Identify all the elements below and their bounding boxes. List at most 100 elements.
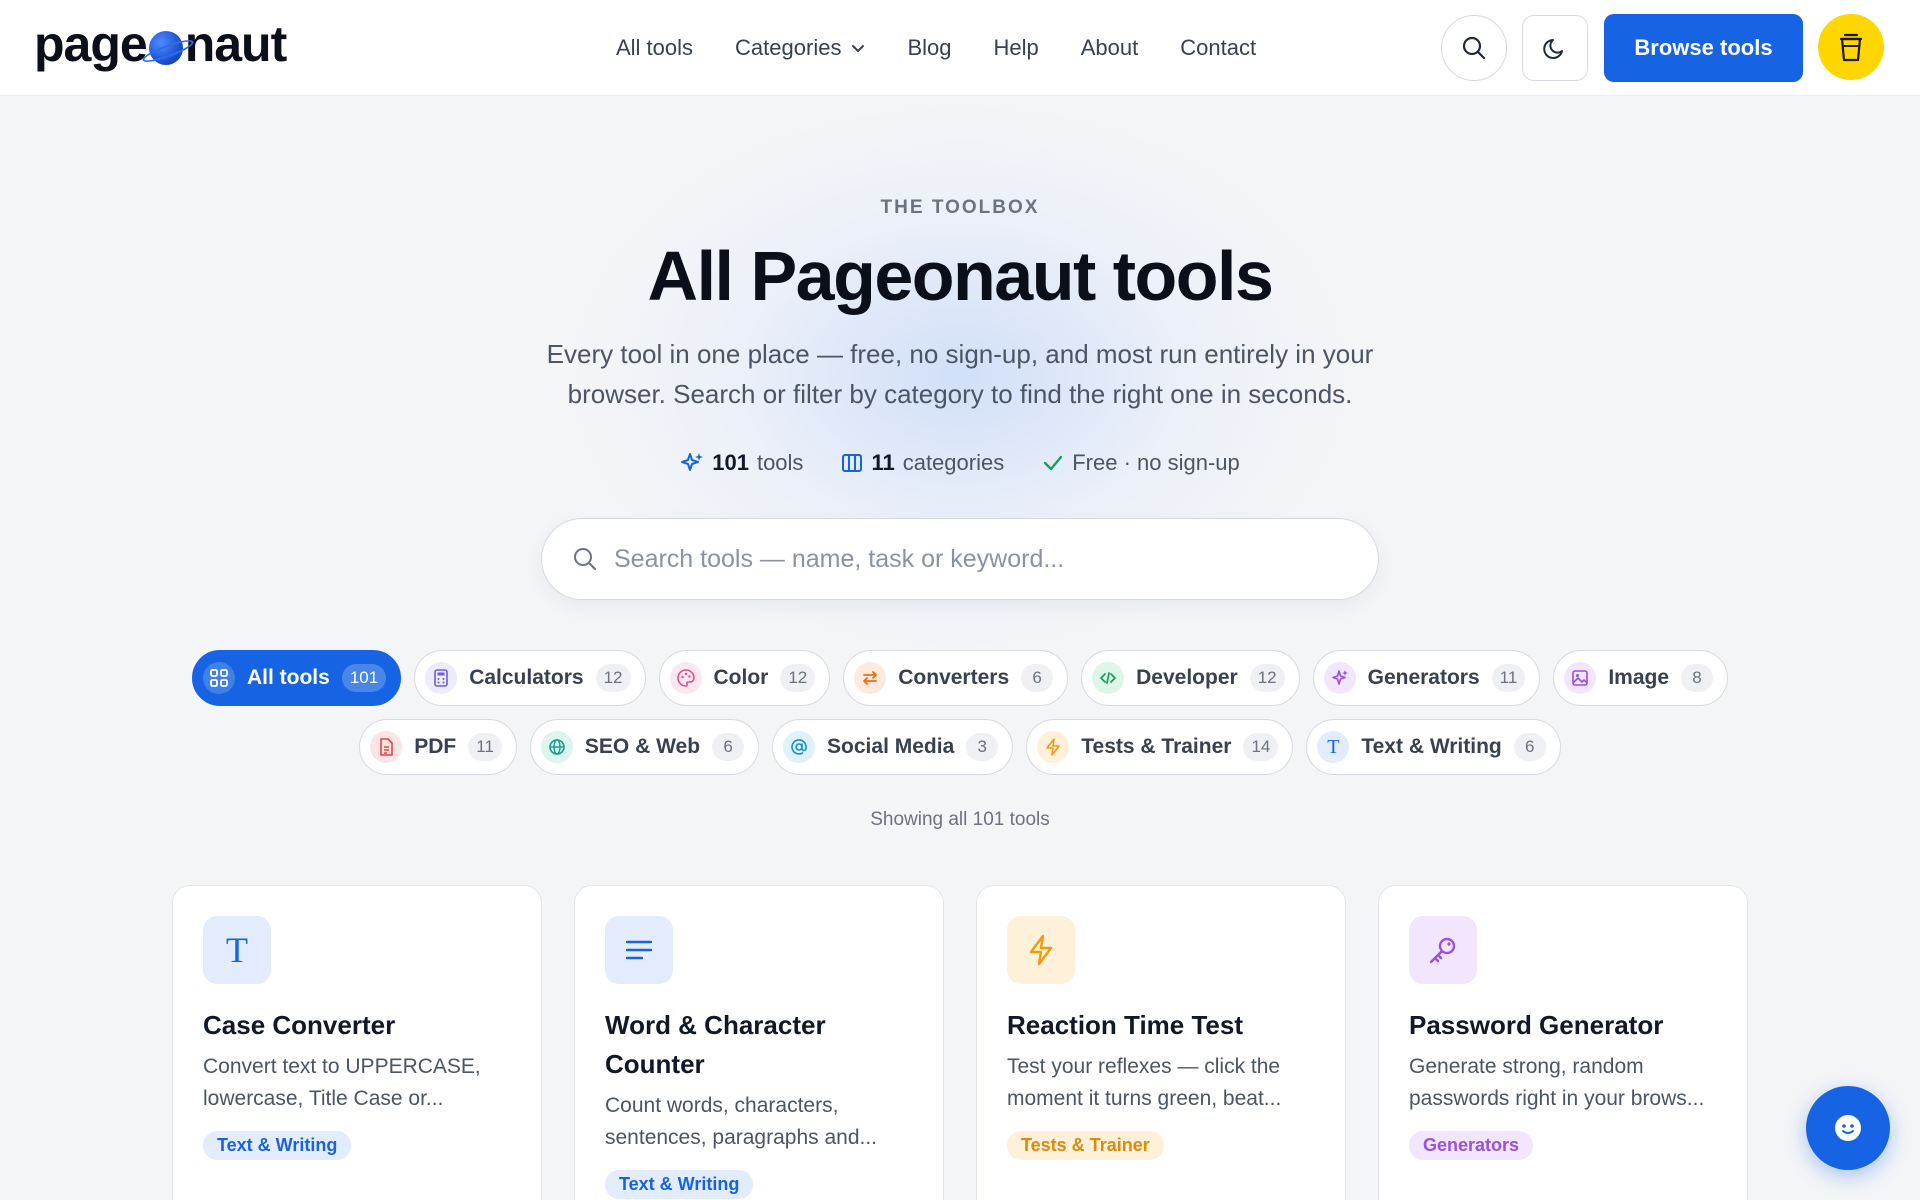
chip-label: Image bbox=[1608, 666, 1670, 689]
chip-calculators[interactable]: Calculators 12 bbox=[414, 650, 646, 706]
stat-tools-count: 101 bbox=[712, 450, 749, 475]
card-title: Password Generator bbox=[1409, 1010, 1664, 1040]
chip-count: 101 bbox=[341, 664, 387, 692]
chip-label: Converters bbox=[898, 666, 1010, 689]
chip-label: Social Media bbox=[827, 735, 955, 758]
chip-count: 8 bbox=[1681, 664, 1714, 692]
palette-icon bbox=[669, 662, 702, 694]
nav-blog[interactable]: Blog bbox=[907, 35, 951, 61]
chip-all-tools[interactable]: All tools 101 bbox=[191, 650, 402, 706]
tool-card-grid: T Case Converter Convert text to UPPERCA… bbox=[172, 885, 1748, 1200]
nav-categories[interactable]: Categories bbox=[735, 35, 865, 61]
card-description: Count words, characters, sentences, parag… bbox=[605, 1094, 878, 1149]
chip-seo-web[interactable]: SEO & Web 6 bbox=[529, 719, 760, 775]
search-icon bbox=[1462, 36, 1486, 60]
tool-card-reaction-time[interactable]: Reaction Time Test Test your reflexes — … bbox=[976, 885, 1346, 1200]
category-tag: Tests & Trainer bbox=[1007, 1131, 1164, 1160]
coffee-cup-icon bbox=[1839, 33, 1863, 62]
theme-toggle-button[interactable] bbox=[1522, 15, 1588, 81]
stat-free-label: Free · no sign-up bbox=[1072, 450, 1240, 475]
category-filter-row-1: All tools 101 Calculators 12 Color 12 Co… bbox=[0, 650, 1920, 706]
chip-count: 6 bbox=[712, 733, 745, 761]
chip-label: Calculators bbox=[469, 666, 584, 689]
moon-icon bbox=[1543, 39, 1563, 59]
tool-card-case-converter[interactable]: T Case Converter Convert text to UPPERCA… bbox=[172, 885, 542, 1200]
tool-card-password-generator[interactable]: Password Generator Generate strong, rand… bbox=[1378, 885, 1748, 1200]
stat-categories-label: categories bbox=[902, 450, 1005, 475]
tool-search-box[interactable] bbox=[541, 518, 1379, 600]
chip-converters[interactable]: Converters 6 bbox=[843, 650, 1069, 706]
chip-label: Tests & Trainer bbox=[1081, 735, 1232, 758]
planet-icon bbox=[148, 31, 183, 65]
pageonaut-logo[interactable]: page naut bbox=[34, 14, 288, 74]
columns-icon bbox=[842, 454, 863, 472]
chip-image[interactable]: Image 8 bbox=[1553, 650, 1729, 706]
smiley-icon bbox=[1835, 1115, 1861, 1141]
check-icon bbox=[1044, 455, 1063, 471]
logo-text-right: naut bbox=[184, 16, 288, 72]
chip-label: Developer bbox=[1136, 666, 1238, 689]
grid-icon bbox=[202, 662, 235, 694]
category-tag: Text & Writing bbox=[605, 1170, 754, 1199]
stat-categories: 11 categories bbox=[841, 450, 1004, 476]
nav-about[interactable]: About bbox=[1081, 35, 1139, 61]
chip-text-writing[interactable]: T Text & Writing 6 bbox=[1306, 719, 1561, 775]
chip-label: Text & Writing bbox=[1361, 735, 1502, 758]
nav-all-tools[interactable]: All tools bbox=[616, 35, 693, 61]
chip-color[interactable]: Color 12 bbox=[658, 650, 831, 706]
stat-categories-count: 11 bbox=[871, 450, 895, 475]
results-count-text: Showing all 101 tools bbox=[870, 809, 1050, 830]
chevron-down-icon bbox=[852, 45, 865, 52]
sparkle-icon bbox=[1323, 662, 1356, 694]
key-icon bbox=[1409, 916, 1477, 984]
chip-developer[interactable]: Developer 12 bbox=[1081, 650, 1300, 706]
category-filter-row-2: PDF 11 SEO & Web 6 Social Media 3 Tests … bbox=[0, 719, 1920, 775]
bolt-icon bbox=[1007, 916, 1075, 984]
chip-count: 6 bbox=[1513, 733, 1546, 761]
code-icon bbox=[1092, 662, 1125, 694]
search-input[interactable] bbox=[614, 544, 1314, 574]
card-title: Reaction Time Test bbox=[1007, 1010, 1243, 1040]
category-tag: Text & Writing bbox=[203, 1131, 352, 1160]
chip-label: PDF bbox=[414, 735, 457, 758]
stat-tools-label: tools bbox=[756, 450, 804, 475]
chip-count: 12 bbox=[1249, 664, 1285, 692]
chip-count: 14 bbox=[1243, 733, 1279, 761]
logo-text-left: page bbox=[34, 16, 148, 72]
chip-tests-trainer[interactable]: Tests & Trainer 14 bbox=[1026, 719, 1294, 775]
calculator-icon bbox=[425, 662, 458, 694]
chip-label: Generators bbox=[1367, 666, 1480, 689]
file-icon bbox=[370, 731, 403, 763]
text-icon: T bbox=[1317, 731, 1350, 763]
hero-stats: 101 tools 11 categories Free · no sign-u… bbox=[0, 450, 1920, 476]
nav-categories-label: Categories bbox=[735, 35, 842, 60]
tool-card-word-counter[interactable]: Word & Character Counter Count words, ch… bbox=[574, 885, 944, 1200]
chip-count: 3 bbox=[966, 733, 999, 761]
chat-widget-button[interactable] bbox=[1806, 1086, 1890, 1170]
header-search-button[interactable] bbox=[1441, 15, 1507, 81]
nav-help[interactable]: Help bbox=[993, 35, 1038, 61]
main-nav: All tools Categories Blog Help About Con… bbox=[616, 0, 1298, 96]
chip-pdf[interactable]: PDF 11 bbox=[359, 719, 517, 775]
browse-tools-button[interactable]: Browse tools bbox=[1604, 14, 1803, 82]
globe-icon bbox=[540, 731, 573, 763]
nav-contact[interactable]: Contact bbox=[1180, 35, 1256, 61]
card-title: Word & Character Counter bbox=[605, 1010, 826, 1079]
chip-count: 12 bbox=[595, 664, 631, 692]
sparkle-icon bbox=[681, 453, 704, 471]
card-description: Generate strong, random passwords right i… bbox=[1409, 1055, 1705, 1110]
chip-social-media[interactable]: Social Media 3 bbox=[772, 719, 1014, 775]
stat-free: Free · no sign-up bbox=[1042, 450, 1240, 476]
chip-generators[interactable]: Generators 11 bbox=[1312, 650, 1541, 706]
hero-subtitle: Every tool in one place — free, no sign-… bbox=[546, 339, 1374, 409]
card-title: Case Converter bbox=[203, 1010, 396, 1040]
bolt-icon bbox=[1037, 731, 1070, 763]
buy-coffee-button[interactable] bbox=[1818, 14, 1884, 80]
lines-icon bbox=[605, 916, 673, 984]
hero-eyebrow: THE TOOLBOX bbox=[880, 197, 1040, 218]
text-icon: T bbox=[203, 916, 271, 984]
chip-count: 12 bbox=[780, 664, 816, 692]
card-description: Convert text to UPPERCASE, lowercase, Tit… bbox=[203, 1055, 481, 1110]
card-description: Test your reflexes — click the moment it … bbox=[1007, 1055, 1282, 1110]
swap-icon bbox=[854, 662, 887, 694]
